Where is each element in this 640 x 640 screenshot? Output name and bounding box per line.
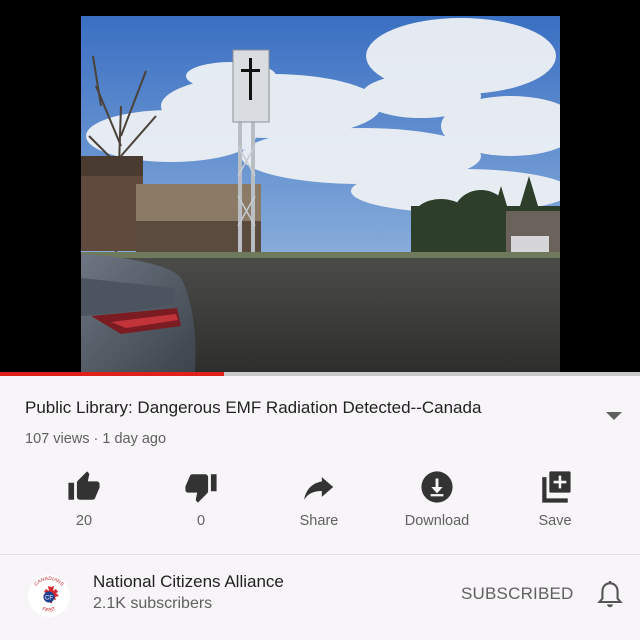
thumbs-up-icon (68, 471, 100, 500)
channel-avatar[interactable]: CF CANADIANS FIRST (27, 574, 71, 618)
video-info-panel: Public Library: Dangerous EMF Radiation … (0, 376, 640, 640)
video-frame[interactable] (81, 16, 560, 372)
dislike-button[interactable]: 0 (156, 470, 246, 532)
notification-bell-button[interactable] (596, 579, 624, 611)
video-meta: 107 views · 1 day ago (25, 431, 167, 447)
download-icon (421, 471, 453, 503)
subscribed-button[interactable]: SUBSCRIBED (461, 584, 574, 604)
thumbs-down-icon (185, 474, 217, 503)
share-label: Share (299, 513, 339, 529)
video-player[interactable] (0, 0, 640, 376)
like-button[interactable]: 20 (39, 470, 129, 532)
video-title[interactable]: Public Library: Dangerous EMF Radiation … (25, 398, 481, 418)
video-thumbnail-scene (81, 16, 560, 372)
expand-description-icon[interactable] (606, 412, 622, 420)
divider (0, 554, 640, 555)
channel-name[interactable]: National Citizens Alliance (93, 572, 284, 592)
canadians-first-logo-icon: CF CANADIANS FIRST (28, 575, 70, 617)
playlist-add-icon (542, 471, 571, 503)
share-icon (304, 477, 334, 500)
bell-icon (597, 581, 623, 608)
like-count: 20 (75, 513, 93, 529)
download-button[interactable]: Download (392, 470, 482, 532)
svg-text:CF: CF (45, 596, 53, 602)
subscriber-count: 2.1K subscribers (93, 595, 213, 612)
save-label: Save (538, 513, 572, 529)
save-button[interactable]: Save (510, 470, 600, 532)
dislike-count: 0 (196, 513, 206, 529)
download-label: Download (404, 513, 470, 529)
share-button[interactable]: Share (274, 470, 364, 532)
